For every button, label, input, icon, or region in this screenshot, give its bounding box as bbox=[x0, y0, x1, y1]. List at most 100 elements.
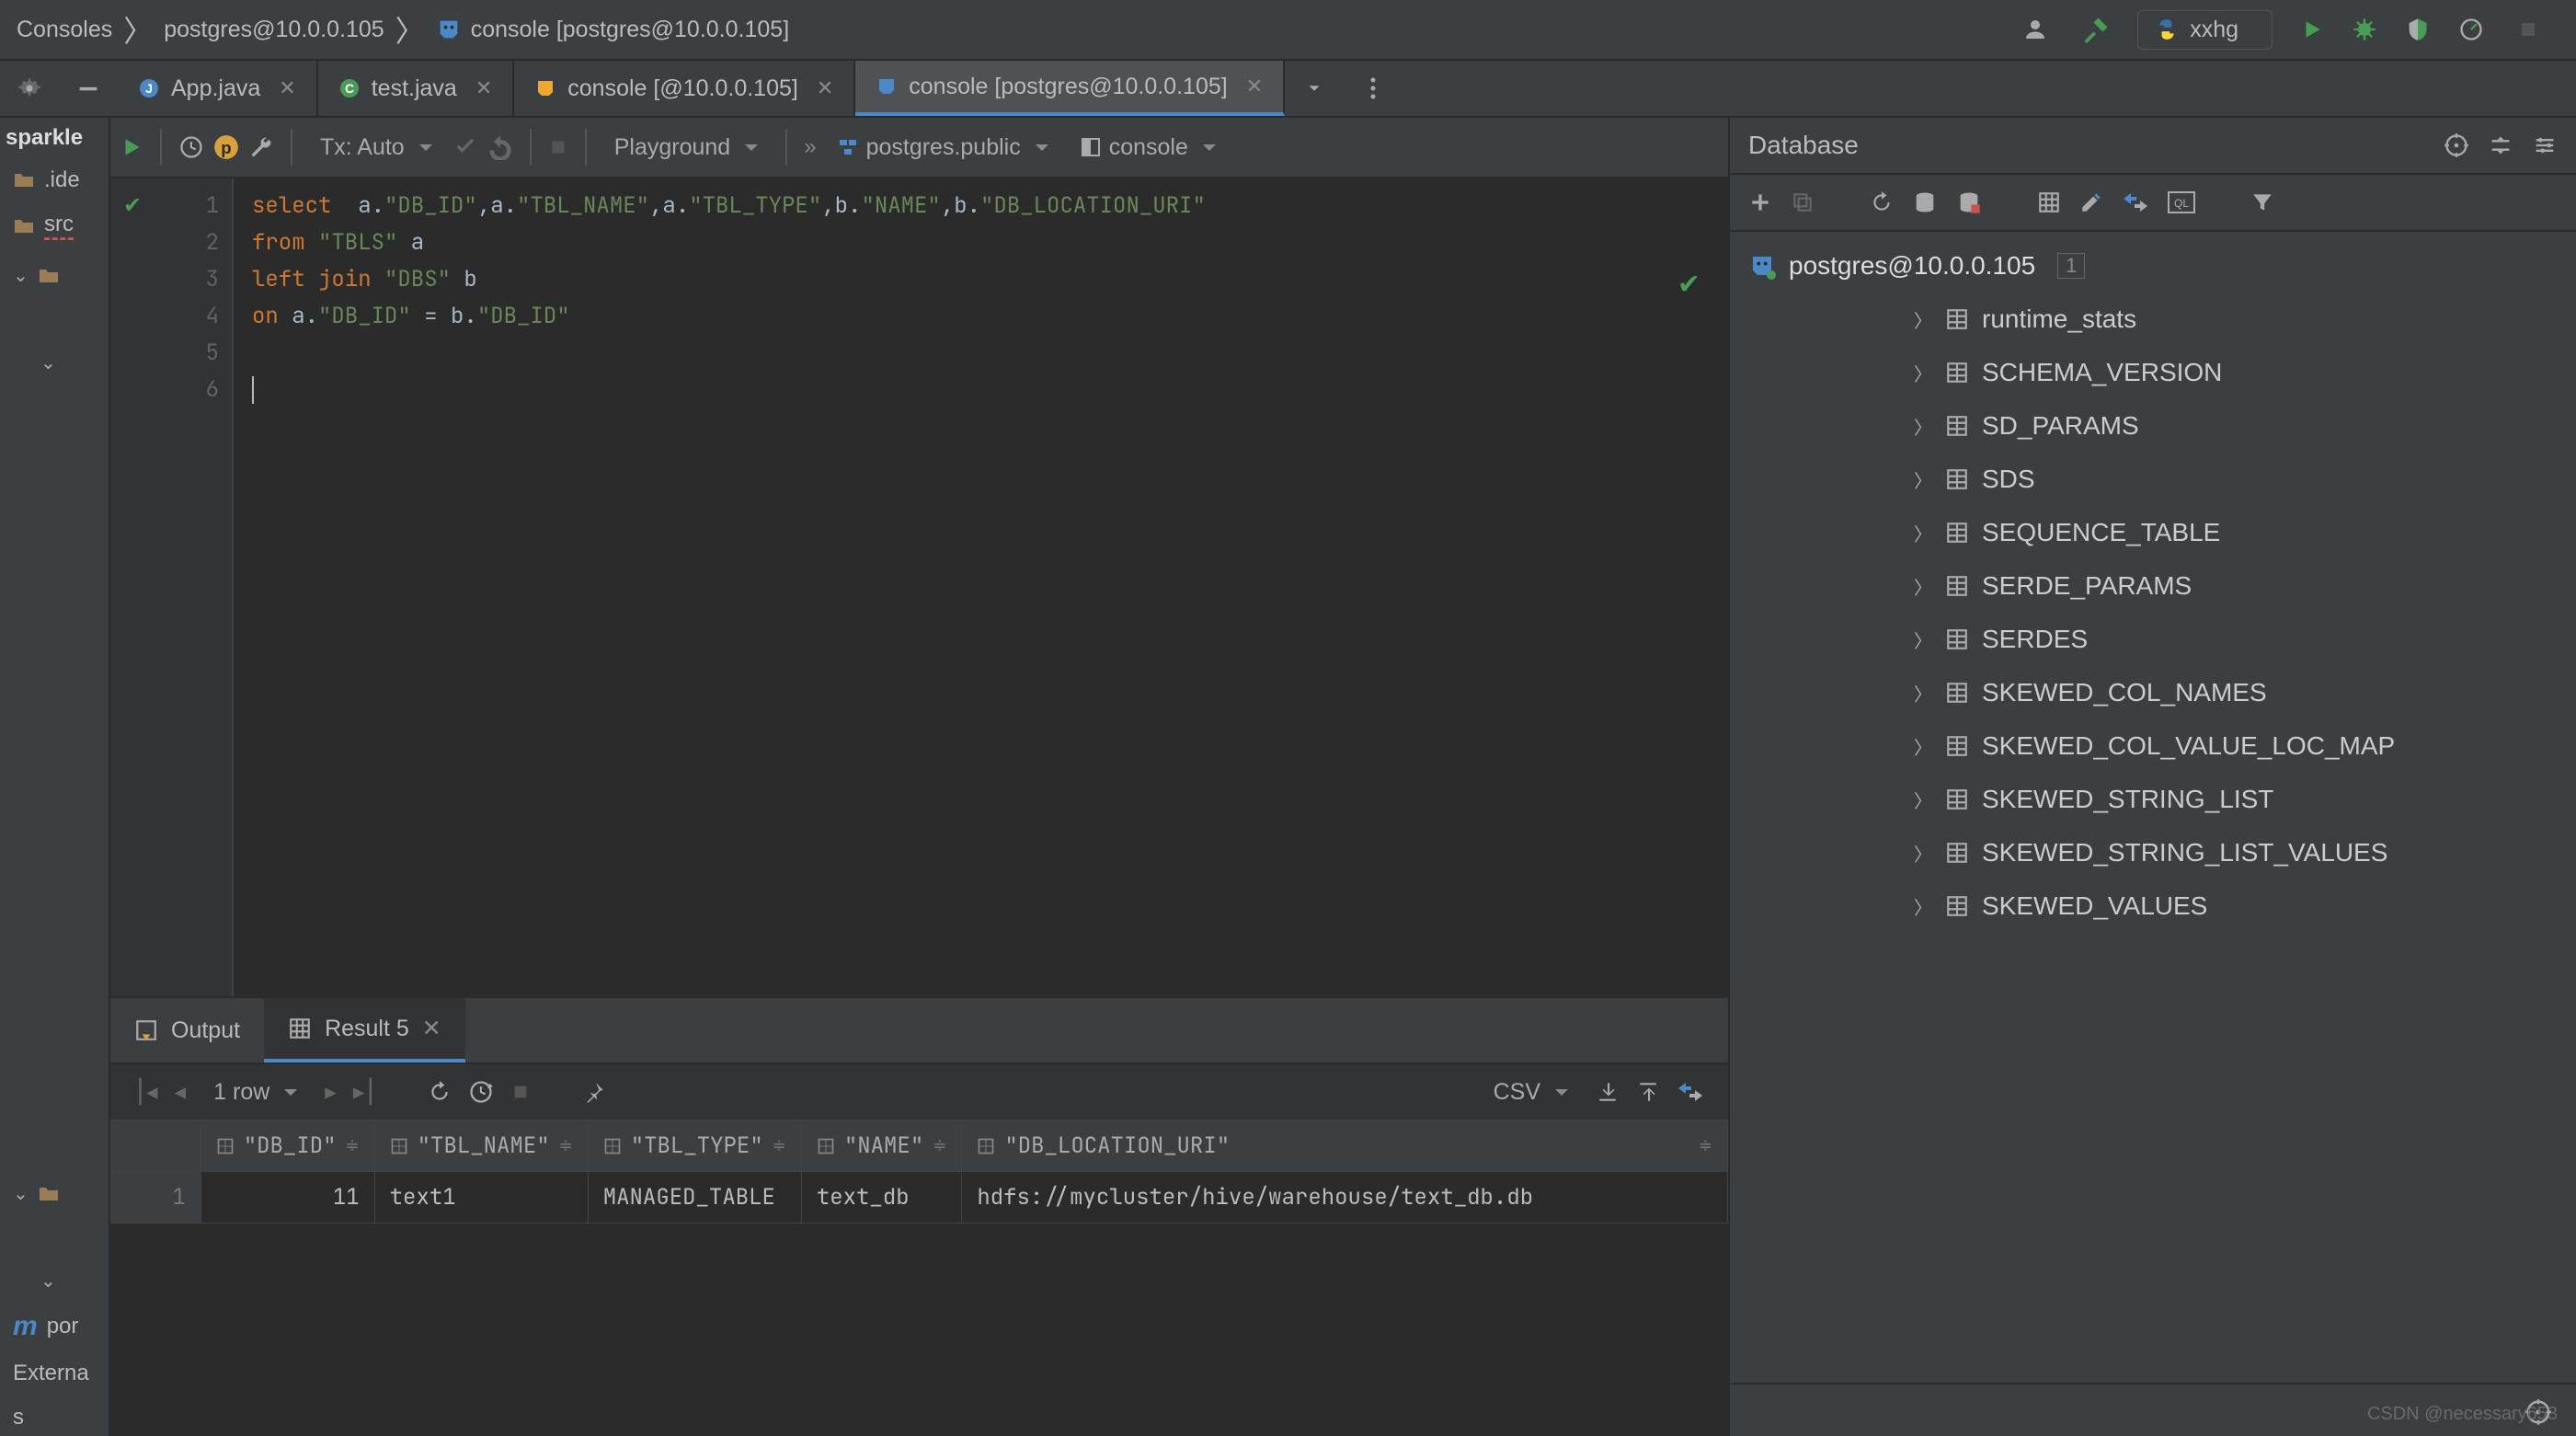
cell-tbl-type[interactable]: MANAGED_TABLE bbox=[588, 1172, 801, 1223]
tab-output[interactable]: Output bbox=[110, 998, 264, 1063]
editor-content[interactable]: select a."DB_ID",a."TBL_NAME",a."TBL_TYP… bbox=[234, 178, 1206, 996]
inspection-ok-icon[interactable]: ✔ bbox=[1677, 265, 1700, 302]
breadcrumb-consoles[interactable]: Consoles bbox=[17, 17, 112, 43]
table-node[interactable]: 〉SKEWED_VALUES bbox=[1730, 879, 2576, 933]
close-icon[interactable]: ✕ bbox=[817, 76, 833, 100]
export-format-selector[interactable]: CSV bbox=[1483, 1074, 1579, 1111]
expand-icon[interactable]: » bbox=[804, 134, 816, 160]
column-header-uri[interactable]: "DB_LOCATION_URI"≑ bbox=[962, 1120, 1728, 1172]
copy-icon[interactable] bbox=[1791, 190, 1815, 214]
ql-console-icon[interactable]: QL bbox=[2168, 191, 2195, 213]
tree-expander[interactable]: ⌄ bbox=[0, 1260, 109, 1302]
close-icon[interactable]: ✕ bbox=[422, 1015, 441, 1042]
table-node[interactable]: 〉SKEWED_STRING_LIST_VALUES bbox=[1730, 826, 2576, 879]
prev-page-icon[interactable]: ◂ bbox=[175, 1078, 187, 1106]
tab-dropdown-icon[interactable] bbox=[1285, 61, 1344, 116]
bug-icon[interactable] bbox=[2352, 17, 2377, 42]
breadcrumb-console[interactable]: console [postgres@10.0.0.105] bbox=[471, 17, 789, 43]
playground-mode-selector[interactable]: Playground bbox=[603, 129, 769, 167]
console-session-selector[interactable]: console bbox=[1069, 129, 1227, 167]
sql-editor[interactable]: ✔123456 select a."DB_ID",a."TBL_NAME",a.… bbox=[110, 178, 1728, 996]
close-icon[interactable]: ✕ bbox=[1246, 75, 1263, 98]
history-icon[interactable] bbox=[178, 134, 204, 160]
tab-more-icon[interactable] bbox=[1344, 61, 1402, 116]
parameter-icon[interactable]: p bbox=[213, 134, 239, 160]
reload-icon[interactable] bbox=[428, 1080, 452, 1104]
tab-result[interactable]: Result 5 ✕ bbox=[264, 998, 465, 1063]
table-node[interactable]: 〉SEQUENCE_TABLE bbox=[1730, 506, 2576, 559]
download-icon[interactable] bbox=[1596, 1080, 1620, 1104]
database-tree[interactable]: postgres@10.0.0.105 1 〉runtime_stats 〉SC… bbox=[1730, 232, 2576, 1383]
edit-icon[interactable] bbox=[2079, 190, 2103, 214]
run-icon[interactable] bbox=[2300, 17, 2324, 41]
profile-icon[interactable] bbox=[2458, 17, 2490, 42]
commit-icon[interactable] bbox=[452, 134, 478, 160]
table-node[interactable]: 〉SDS bbox=[1730, 453, 2576, 506]
breadcrumb-connection[interactable]: postgres@10.0.0.105 bbox=[164, 17, 384, 43]
refresh-icon[interactable] bbox=[1870, 190, 1894, 214]
rollback-icon[interactable] bbox=[487, 134, 513, 160]
settings-icon[interactable] bbox=[2532, 132, 2558, 158]
pin-icon[interactable] bbox=[582, 1080, 606, 1104]
close-icon[interactable]: ✕ bbox=[279, 76, 295, 100]
tree-expander[interactable]: ⌄ bbox=[0, 255, 109, 296]
wrench-icon[interactable] bbox=[248, 134, 274, 160]
pom-file[interactable]: mpor bbox=[0, 1302, 109, 1351]
jump-icon[interactable] bbox=[2122, 190, 2149, 214]
cell-name[interactable]: text_db bbox=[801, 1172, 962, 1223]
tree-expander[interactable]: ⌄ bbox=[0, 342, 109, 384]
table-node[interactable]: 〉runtime_stats bbox=[1730, 293, 2576, 346]
add-icon[interactable] bbox=[1748, 190, 1772, 214]
interpreter-selector[interactable]: xxhg bbox=[2137, 10, 2273, 50]
cell-uri[interactable]: hdfs://mycluster/hive/warehouse/text_db.… bbox=[962, 1172, 1728, 1223]
tab-console-postgres[interactable]: console [postgres@10.0.0.105] ✕ bbox=[855, 61, 1285, 116]
db-connection-node[interactable]: postgres@10.0.0.105 1 bbox=[1730, 239, 2576, 293]
schema-selector[interactable]: postgres.public bbox=[826, 129, 1059, 167]
tab-console-1[interactable]: console [@10.0.0.105] ✕ bbox=[514, 61, 855, 116]
target-icon[interactable] bbox=[2444, 132, 2469, 158]
column-header-tbl-name[interactable]: "TBL_NAME"≑ bbox=[374, 1120, 588, 1172]
minimize-icon[interactable] bbox=[59, 61, 118, 116]
compare-icon[interactable] bbox=[1677, 1080, 1704, 1104]
cell-db-id[interactable]: 11 bbox=[200, 1172, 374, 1223]
project-root[interactable]: sparkle bbox=[0, 118, 109, 158]
table-node[interactable]: 〉SCHEMA_VERSION bbox=[1730, 346, 2576, 399]
stop-icon[interactable] bbox=[2517, 18, 2539, 40]
close-icon[interactable]: ✕ bbox=[475, 76, 492, 100]
row-count-selector[interactable]: 1 row bbox=[202, 1074, 308, 1111]
stop-db-icon[interactable] bbox=[1956, 190, 1982, 215]
upload-icon[interactable] bbox=[1636, 1080, 1660, 1104]
column-header-db-id[interactable]: "DB_ID"≑ bbox=[200, 1120, 374, 1172]
folder-src[interactable]: src bbox=[0, 202, 109, 249]
tree-expander[interactable]: ⌄ bbox=[0, 1173, 109, 1214]
tab-test-java[interactable]: C test.java ✕ bbox=[318, 61, 515, 116]
cell-tbl-name[interactable]: text1 bbox=[374, 1172, 588, 1223]
collapse-icon[interactable] bbox=[2488, 132, 2513, 158]
coverage-icon[interactable] bbox=[2405, 17, 2431, 42]
settings-icon[interactable] bbox=[0, 61, 59, 116]
stop-icon[interactable] bbox=[510, 1082, 531, 1102]
next-page-icon[interactable]: ▸ bbox=[325, 1078, 337, 1106]
column-header-tbl-type[interactable]: "TBL_TYPE"≑ bbox=[588, 1120, 801, 1172]
hammer-icon[interactable] bbox=[2082, 16, 2110, 43]
sync-icon[interactable] bbox=[1912, 190, 1938, 215]
table-node[interactable]: 〉SERDE_PARAMS bbox=[1730, 559, 2576, 613]
external-libs[interactable]: Externa bbox=[0, 1351, 109, 1396]
tab-app-java[interactable]: J App.java ✕ bbox=[118, 61, 318, 116]
stop-icon[interactable] bbox=[548, 137, 568, 157]
filter-icon[interactable] bbox=[2250, 190, 2274, 214]
table-node[interactable]: 〉SKEWED_STRING_LIST bbox=[1730, 773, 2576, 826]
execute-icon[interactable] bbox=[120, 135, 143, 159]
reload-timed-icon[interactable] bbox=[468, 1079, 494, 1105]
table-node[interactable]: 〉SKEWED_COL_VALUE_LOC_MAP bbox=[1730, 719, 2576, 773]
folder-idea[interactable]: .ide bbox=[0, 158, 109, 202]
services-node[interactable]: s bbox=[0, 1396, 109, 1436]
tx-mode-selector[interactable]: Tx: Auto bbox=[309, 129, 443, 167]
table-node[interactable]: 〉SERDES bbox=[1730, 613, 2576, 666]
last-page-icon[interactable]: ▸⎮ bbox=[353, 1078, 377, 1106]
user-icon[interactable] bbox=[2021, 16, 2055, 43]
first-page-icon[interactable]: ⎮◂ bbox=[134, 1078, 158, 1106]
table-row[interactable]: 1 11 text1 MANAGED_TABLE text_db hdfs://… bbox=[111, 1172, 1728, 1223]
table-node[interactable]: 〉SKEWED_COL_NAMES bbox=[1730, 666, 2576, 719]
table-view-icon[interactable] bbox=[2037, 190, 2061, 214]
